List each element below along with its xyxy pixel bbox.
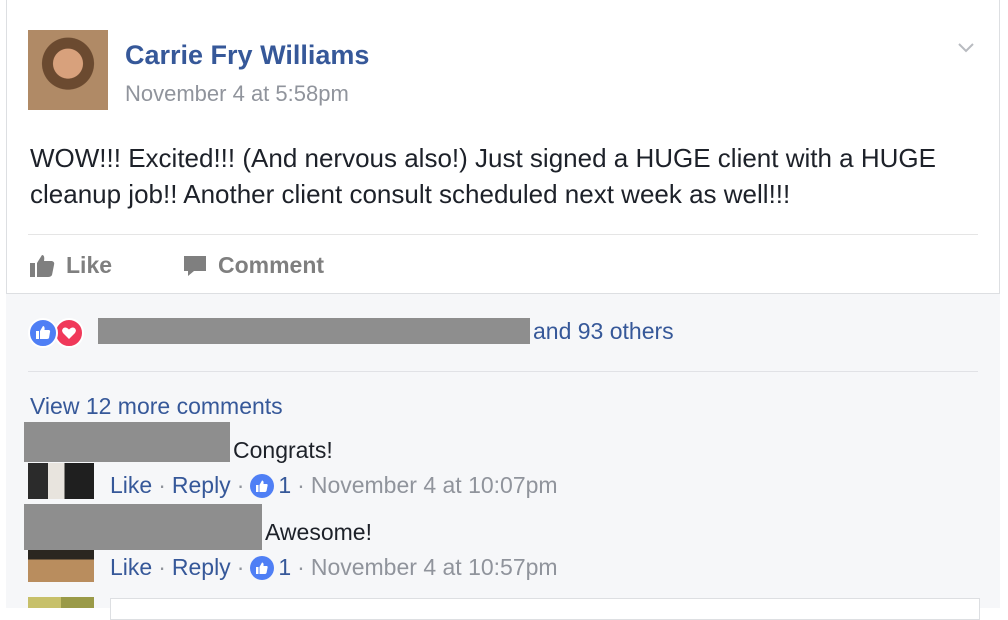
love-reaction-icon[interactable]: [54, 318, 84, 348]
post-timestamp[interactable]: November 4 at 5:58pm: [125, 81, 349, 107]
divider: [28, 234, 978, 235]
comment-reaction-count[interactable]: 1: [278, 472, 291, 499]
like-reaction-icon[interactable]: [28, 318, 58, 348]
reactions-summary[interactable]: and 93 others: [533, 318, 674, 345]
comment-meta: Like · Reply · 1 · November 4 at 10:07pm: [110, 472, 558, 499]
post-text: WOW!!! Excited!!! (And nervous also!) Ju…: [30, 143, 936, 209]
write-comment-input[interactable]: [110, 598, 980, 620]
separator: ·: [158, 472, 166, 498]
author-avatar[interactable]: [28, 30, 108, 110]
current-user-avatar: [28, 597, 94, 608]
comment-reaction-count[interactable]: 1: [278, 554, 291, 581]
separator: ·: [236, 554, 245, 580]
comment-reply-link[interactable]: Reply: [172, 472, 231, 499]
redacted-names: [98, 318, 530, 344]
separator: ·: [297, 554, 305, 580]
comment-text: Congrats!: [233, 437, 333, 463]
divider: [28, 371, 978, 372]
comment-like-link[interactable]: Like: [110, 472, 152, 499]
commenter-avatar[interactable]: [28, 463, 94, 499]
like-button[interactable]: Like: [28, 252, 112, 279]
view-more-comments-link[interactable]: View 12 more comments: [30, 393, 283, 420]
author-name[interactable]: Carrie Fry Williams: [125, 40, 369, 71]
comment-bubble-icon: [184, 255, 206, 276]
separator: ·: [297, 472, 305, 498]
like-reaction-icon[interactable]: [250, 473, 275, 498]
separator: ·: [236, 472, 245, 498]
redacted-commenter-name: [24, 504, 262, 550]
comment-like-link[interactable]: Like: [110, 554, 152, 581]
redacted-commenter-name: [24, 422, 230, 462]
thumbs-up-icon: [30, 254, 55, 277]
chevron-down-icon[interactable]: [955, 36, 977, 58]
separator: ·: [158, 554, 166, 580]
comment-timestamp[interactable]: November 4 at 10:07pm: [311, 472, 558, 499]
comment-reply-link[interactable]: Reply: [172, 554, 231, 581]
comment-button[interactable]: Comment: [182, 252, 324, 279]
like-button-label: Like: [66, 252, 113, 278]
comment-text: Awesome!: [265, 519, 372, 545]
comment-button-label: Comment: [218, 252, 325, 278]
commenter-avatar[interactable]: [28, 550, 94, 582]
like-reaction-icon[interactable]: [250, 555, 275, 580]
comment-meta: Like · Reply · 1 · November 4 at 10:57pm: [110, 554, 558, 581]
comment-timestamp[interactable]: November 4 at 10:57pm: [311, 554, 558, 581]
